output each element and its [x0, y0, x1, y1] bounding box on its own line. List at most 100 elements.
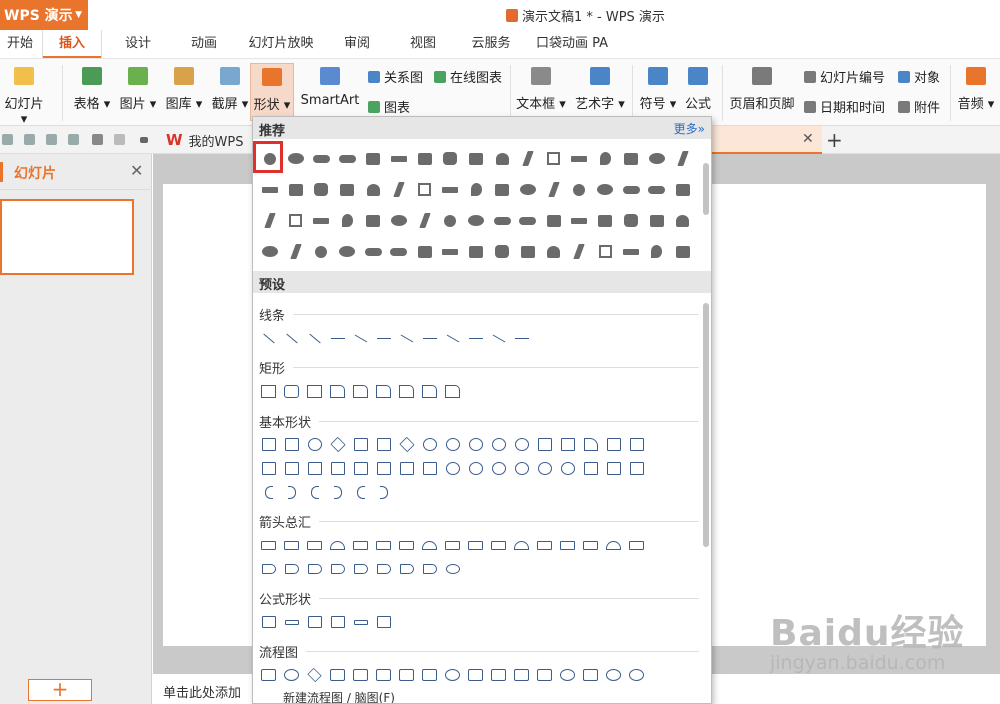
preset-scrollbar[interactable]	[703, 303, 709, 547]
smartart-button[interactable]: SmartArt	[298, 63, 362, 108]
shape-option[interactable]	[328, 435, 347, 453]
shape-option[interactable]	[374, 382, 393, 400]
shape-option[interactable]	[259, 435, 278, 453]
shape-option[interactable]	[386, 147, 412, 171]
shape-option[interactable]	[309, 178, 335, 202]
shape-option[interactable]	[443, 382, 462, 400]
shape-option[interactable]	[581, 536, 600, 554]
shape-option[interactable]	[374, 459, 393, 477]
shape-option[interactable]	[305, 435, 324, 453]
relation-chart-button[interactable]: 关系图	[368, 67, 423, 86]
my-wps-tab[interactable]: W 我的WPS	[160, 126, 250, 154]
shape-option[interactable]	[627, 666, 646, 684]
shape-option[interactable]	[328, 536, 347, 554]
tab-design[interactable]: 设计	[112, 30, 164, 58]
shape-option[interactable]	[259, 613, 278, 631]
shape-option[interactable]	[334, 209, 360, 233]
shape-option[interactable]	[397, 536, 416, 554]
shape-option[interactable]	[397, 382, 416, 400]
shape-option[interactable]	[466, 459, 485, 477]
online-chart-button[interactable]: 在线图表	[434, 67, 502, 86]
shape-option[interactable]	[282, 483, 301, 501]
shape-option[interactable]	[670, 147, 696, 171]
shape-option[interactable]	[420, 329, 439, 347]
shape-option[interactable]	[644, 147, 670, 171]
shape-option[interactable]	[257, 178, 283, 202]
shape-option[interactable]	[581, 666, 600, 684]
shape-option[interactable]	[374, 560, 393, 578]
shape-option[interactable]	[463, 209, 489, 233]
chart-button[interactable]: 图表	[368, 97, 410, 116]
date-time-button[interactable]: 日期和时间	[804, 97, 885, 116]
add-slide-button[interactable]: +	[28, 679, 92, 701]
shape-option[interactable]	[670, 178, 696, 202]
shape-option[interactable]	[397, 435, 416, 453]
tab-home[interactable]: 开始	[0, 30, 40, 58]
shape-option[interactable]	[305, 560, 324, 578]
shape-option[interactable]	[489, 459, 508, 477]
shape-option[interactable]	[351, 613, 370, 631]
shape-option[interactable]	[438, 147, 464, 171]
shape-option[interactable]	[541, 178, 567, 202]
textbox-button[interactable]: 文本框 ▾	[514, 63, 568, 112]
tab-review[interactable]: 审阅	[334, 30, 380, 58]
shape-option[interactable]	[305, 329, 324, 347]
shape-option[interactable]	[282, 382, 301, 400]
shape-option[interactable]	[360, 178, 386, 202]
shape-option[interactable]	[259, 560, 278, 578]
shape-option[interactable]	[466, 329, 485, 347]
tab-animation[interactable]: 动画	[178, 30, 230, 58]
shape-option[interactable]	[592, 209, 618, 233]
shape-option[interactable]	[309, 240, 335, 264]
app-menu-button[interactable]: WPS 演示 ▼	[0, 0, 88, 30]
shape-option[interactable]	[360, 147, 386, 171]
formula-button[interactable]: 公式	[680, 63, 716, 112]
shape-option[interactable]	[592, 147, 618, 171]
shape-option[interactable]	[592, 178, 618, 202]
shape-option[interactable]	[443, 560, 462, 578]
shape-option[interactable]	[489, 329, 508, 347]
new-tab-icon[interactable]: +	[826, 128, 843, 152]
shape-option[interactable]	[515, 240, 541, 264]
shape-option[interactable]	[259, 329, 278, 347]
shape-option[interactable]	[420, 666, 439, 684]
shape-option[interactable]	[412, 147, 438, 171]
shape-option[interactable]	[283, 147, 309, 171]
print-preview-icon[interactable]	[68, 134, 79, 145]
shape-option[interactable]	[309, 147, 335, 171]
object-button[interactable]: 对象	[898, 67, 940, 86]
shape-option[interactable]	[259, 536, 278, 554]
picture-button[interactable]: 图片 ▾	[116, 63, 160, 112]
shape-option[interactable]	[443, 536, 462, 554]
shape-option[interactable]	[360, 240, 386, 264]
shape-option[interactable]	[305, 536, 324, 554]
shape-option[interactable]	[489, 178, 515, 202]
save-icon[interactable]	[2, 134, 13, 145]
slide-number-button[interactable]: 幻灯片编号	[804, 67, 885, 86]
shape-option[interactable]	[305, 382, 324, 400]
tab-slideshow[interactable]: 幻灯片放映	[240, 30, 322, 58]
shape-option[interactable]	[535, 536, 554, 554]
shape-option[interactable]	[438, 240, 464, 264]
shape-option[interactable]	[535, 459, 554, 477]
shape-option[interactable]	[512, 666, 531, 684]
header-footer-button[interactable]: 页眉和页脚	[726, 63, 798, 112]
shape-option[interactable]	[515, 147, 541, 171]
shape-option[interactable]	[618, 178, 644, 202]
new-flowchart-command[interactable]: 新建流程图 / 脑图(F)	[253, 689, 711, 703]
shape-option[interactable]	[618, 209, 644, 233]
shape-option[interactable]	[515, 178, 541, 202]
tab-insert[interactable]: 插入	[42, 30, 102, 58]
shape-option[interactable]	[463, 147, 489, 171]
shape-option[interactable]	[541, 147, 567, 171]
shape-option[interactable]	[558, 536, 577, 554]
shape-option[interactable]	[420, 560, 439, 578]
more-shapes-link[interactable]: 更多»	[674, 120, 705, 137]
shape-option[interactable]	[644, 178, 670, 202]
shape-option[interactable]	[412, 209, 438, 233]
shape-option[interactable]	[420, 435, 439, 453]
shape-option[interactable]	[618, 240, 644, 264]
shape-option[interactable]	[257, 240, 283, 264]
symbol-button[interactable]: 符号 ▾	[636, 63, 680, 112]
shape-option[interactable]	[489, 435, 508, 453]
